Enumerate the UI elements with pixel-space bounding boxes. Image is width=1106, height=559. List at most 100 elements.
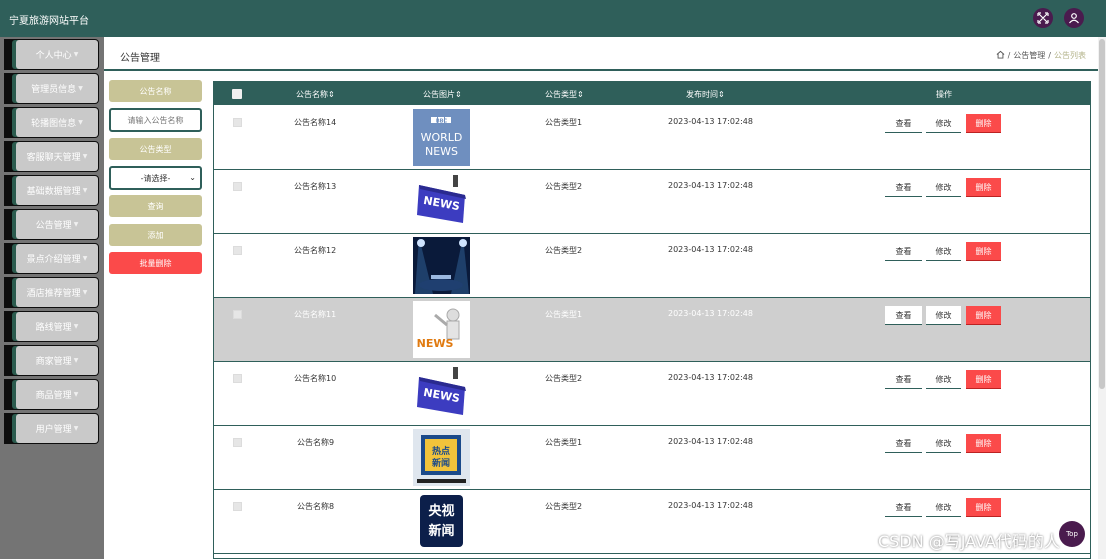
notice-time: 2023-04-13 17:02:48	[668, 373, 753, 382]
edit-button[interactable]: 修改	[926, 306, 961, 325]
sidebar-item-users[interactable]: 用户管理 ▼	[4, 413, 99, 444]
view-button[interactable]: 查看	[885, 306, 922, 325]
table-row[interactable]: 公告名称10 NEWS 公告类型2 2023-04-13 17:02:48 查看…	[214, 362, 1090, 426]
sidebar-item-personal[interactable]: 个人中心 ▼	[4, 39, 99, 70]
column-header-name[interactable]: 公告名称⇕	[296, 89, 335, 100]
select-all-checkbox[interactable]	[232, 89, 242, 99]
sidebar-item-admin[interactable]: 管理员信息 ▼	[4, 73, 99, 104]
sidebar-item-notice[interactable]: 公告管理 ▼	[4, 209, 99, 240]
sort-icon: ⇕	[577, 90, 584, 99]
notice-thumbnail[interactable]: BBC WORLD NEWS	[413, 109, 470, 166]
view-button[interactable]: 查看	[885, 114, 922, 133]
image-caption: NEWS	[425, 145, 458, 158]
sidebar-item-label: 管理员信息	[31, 85, 77, 95]
image-caption: 新闻	[428, 523, 454, 539]
edit-button[interactable]: 修改	[926, 178, 961, 197]
header-label: 发布时间	[686, 90, 718, 99]
sidebar-item-label: 路线管理	[35, 323, 72, 333]
type-filter-label: 公告类型	[109, 138, 202, 160]
type-select[interactable]: -请选择- ⌄	[109, 166, 202, 190]
sidebar-item-merchant[interactable]: 商家管理 ▼	[4, 345, 99, 376]
sidebar-item-label: 个人中心	[35, 51, 72, 61]
table-row[interactable]: 公告名称14 BBC WORLD NEWS 公告类型1 2023-04-13 1…	[214, 106, 1090, 170]
view-button[interactable]: 查看	[885, 434, 922, 453]
breadcrumb-sep: /	[1007, 51, 1011, 60]
edit-button[interactable]: 修改	[926, 370, 961, 389]
notice-thumbnail[interactable]: NEWS	[413, 365, 470, 422]
search-button[interactable]: 查询	[109, 195, 202, 217]
table-row[interactable]: 公告名称13 NEWS 公告类型2 2023-04-13 17:02:48 查看…	[214, 170, 1090, 234]
name-search-input[interactable]	[109, 108, 202, 132]
fullscreen-icon[interactable]	[1033, 8, 1053, 28]
row-checkbox[interactable]	[233, 182, 242, 191]
sidebar-item-chat[interactable]: 客服聊天管理 ▼	[4, 141, 99, 172]
app-title: 宁夏旅游网站平台	[9, 16, 89, 27]
notice-name: 公告名称11	[294, 310, 337, 319]
notice-thumbnail[interactable]: 热点 新闻	[413, 429, 470, 486]
row-checkbox[interactable]	[233, 310, 242, 319]
notice-thumbnail[interactable]	[413, 237, 470, 294]
delete-button[interactable]: 删除	[966, 370, 1001, 389]
view-button[interactable]: 查看	[885, 370, 922, 389]
sidebar-item-scenic[interactable]: 景点介绍管理 ▼	[4, 243, 99, 274]
sidebar-item-route[interactable]: 路线管理 ▼	[4, 311, 99, 342]
notice-time: 2023-04-13 17:02:48	[668, 181, 753, 190]
sidebar-item-label: 酒店推荐管理	[26, 289, 81, 299]
vertical-scrollbar[interactable]	[1098, 37, 1106, 559]
table-row[interactable]: 公告名称9 热点 新闻 公告类型1 2023-04-13 17:02:48 查看…	[214, 426, 1090, 490]
edit-button[interactable]: 修改	[926, 114, 961, 133]
column-header-image[interactable]: 公告图片⇕	[423, 89, 462, 100]
edit-button[interactable]: 修改	[926, 242, 961, 261]
sidebar-item-goods[interactable]: 商品管理 ▼	[4, 379, 99, 410]
delete-button[interactable]: 删除	[966, 498, 1001, 517]
breadcrumb-item[interactable]: 公告管理	[1013, 50, 1045, 61]
sidebar-item-basedata[interactable]: 基础数据管理 ▼	[4, 175, 99, 206]
column-header-ops: 操作	[936, 90, 952, 99]
table-header: 公告名称⇕ 公告图片⇕ 公告类型⇕ 发布时间⇕ 操作	[214, 82, 1090, 105]
sidebar-item-hotel[interactable]: 酒店推荐管理 ▼	[4, 277, 99, 308]
top-header: 宁夏旅游网站平台	[0, 0, 1106, 37]
column-header-time[interactable]: 发布时间⇕	[686, 89, 725, 100]
add-button[interactable]: 添加	[109, 224, 202, 246]
row-checkbox[interactable]	[233, 246, 242, 255]
page-title: 公告管理	[120, 53, 160, 64]
view-button[interactable]: 查看	[885, 178, 922, 197]
scrollbar-thumb[interactable]	[1099, 39, 1105, 389]
batch-delete-button[interactable]: 批量删除	[109, 252, 202, 274]
row-checkbox[interactable]	[233, 118, 242, 127]
delete-button[interactable]: 删除	[966, 242, 1001, 261]
chevron-down-icon: ▼	[82, 289, 88, 296]
row-checkbox[interactable]	[233, 438, 242, 447]
breadcrumb-sep: /	[1048, 51, 1051, 60]
type-select-value: -请选择-	[140, 173, 171, 183]
home-icon[interactable]	[996, 50, 1005, 61]
delete-button[interactable]: 删除	[966, 434, 1001, 453]
edit-button[interactable]: 修改	[926, 434, 961, 453]
chevron-down-icon: ▼	[82, 255, 88, 262]
view-button[interactable]: 查看	[885, 498, 922, 517]
table-row[interactable]: 公告名称12 公告类型2 2023-04-13 17:02:48 查看 修改 删…	[214, 234, 1090, 298]
notice-thumbnail[interactable]: NEWS	[413, 301, 470, 358]
row-checkbox[interactable]	[233, 374, 242, 383]
edit-button[interactable]: 修改	[926, 498, 961, 517]
delete-button[interactable]: 删除	[966, 306, 1001, 325]
user-icon[interactable]	[1064, 8, 1084, 28]
column-header-type[interactable]: 公告类型⇕	[545, 89, 584, 100]
delete-button[interactable]: 删除	[966, 114, 1001, 133]
sidebar: 个人中心 ▼ 管理员信息 ▼ 轮播图信息 ▼ 客服聊天管理 ▼ 基础数据管理 ▼ 公告管理…	[0, 37, 104, 559]
notice-thumbnail[interactable]: NEWS	[413, 173, 470, 230]
notice-name: 公告名称12	[294, 246, 337, 255]
view-button[interactable]: 查看	[885, 242, 922, 261]
image-caption: 新闻	[432, 457, 450, 469]
notice-table: 公告名称⇕ 公告图片⇕ 公告类型⇕ 发布时间⇕ 操作 公告名称14 BBC WO…	[213, 81, 1091, 559]
notice-thumbnail[interactable]: 央视 新闻	[413, 493, 470, 550]
delete-button[interactable]: 删除	[966, 178, 1001, 197]
back-to-top-button[interactable]: Top	[1059, 521, 1085, 547]
row-checkbox[interactable]	[233, 502, 242, 511]
table-row[interactable]: 公告名称11 NEWS 公告类型1 2023-04-13 17:02:48 查看…	[214, 298, 1090, 362]
chevron-down-icon: ▼	[78, 85, 83, 92]
notice-type: 公告类型2	[545, 374, 583, 383]
notice-time: 2023-04-13 17:02:48	[668, 501, 753, 510]
sidebar-item-carousel[interactable]: 轮播图信息 ▼	[4, 107, 99, 138]
bbc-logo-text: BBC	[436, 118, 448, 124]
